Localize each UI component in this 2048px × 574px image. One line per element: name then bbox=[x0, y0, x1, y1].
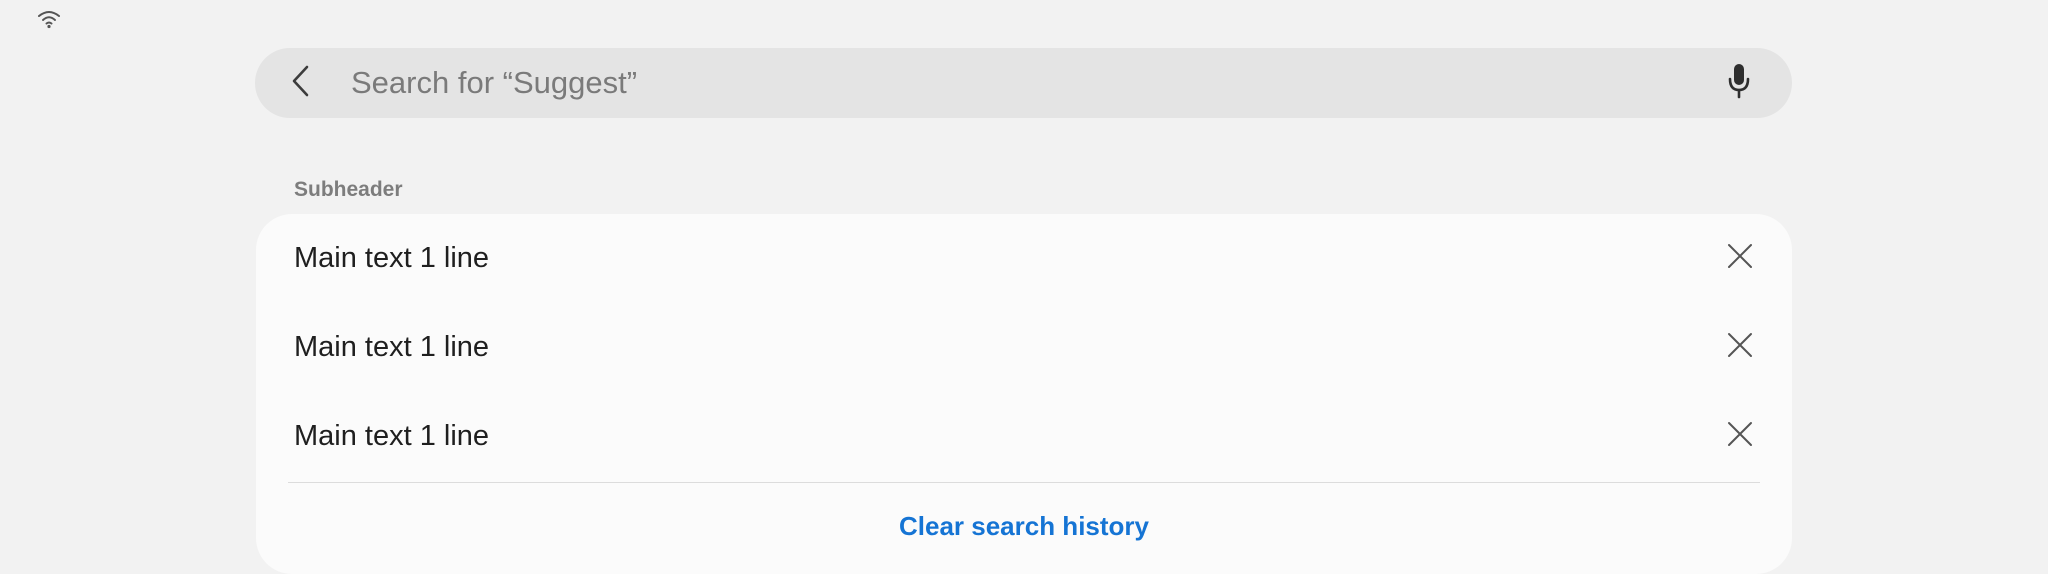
remove-history-item-button[interactable] bbox=[1716, 323, 1764, 371]
search-input[interactable] bbox=[351, 63, 1651, 103]
search-bar bbox=[255, 48, 1792, 118]
clear-search-history-button[interactable]: Clear search history bbox=[256, 494, 1792, 558]
history-item-label: Main text 1 line bbox=[294, 420, 490, 452]
subheader: Subheader bbox=[294, 178, 403, 201]
wifi-icon bbox=[37, 9, 61, 29]
history-item-label: Main text 1 line bbox=[294, 242, 490, 274]
divider bbox=[288, 482, 1760, 483]
history-item-label: Main text 1 line bbox=[294, 331, 490, 363]
status-bar bbox=[0, 0, 2048, 36]
search-history-card: Main text 1 line Main text 1 line Main t… bbox=[256, 214, 1792, 574]
history-item[interactable]: Main text 1 line bbox=[256, 392, 1792, 481]
voice-search-button[interactable] bbox=[1715, 59, 1763, 107]
microphone-icon bbox=[1727, 63, 1751, 104]
history-item[interactable]: Main text 1 line bbox=[256, 214, 1792, 303]
close-icon bbox=[1727, 421, 1753, 452]
back-button[interactable] bbox=[277, 59, 325, 107]
chevron-left-icon bbox=[289, 64, 313, 103]
remove-history-item-button[interactable] bbox=[1716, 412, 1764, 460]
remove-history-item-button[interactable] bbox=[1716, 234, 1764, 282]
close-icon bbox=[1727, 243, 1753, 274]
close-icon bbox=[1727, 332, 1753, 363]
history-item[interactable]: Main text 1 line bbox=[256, 303, 1792, 392]
